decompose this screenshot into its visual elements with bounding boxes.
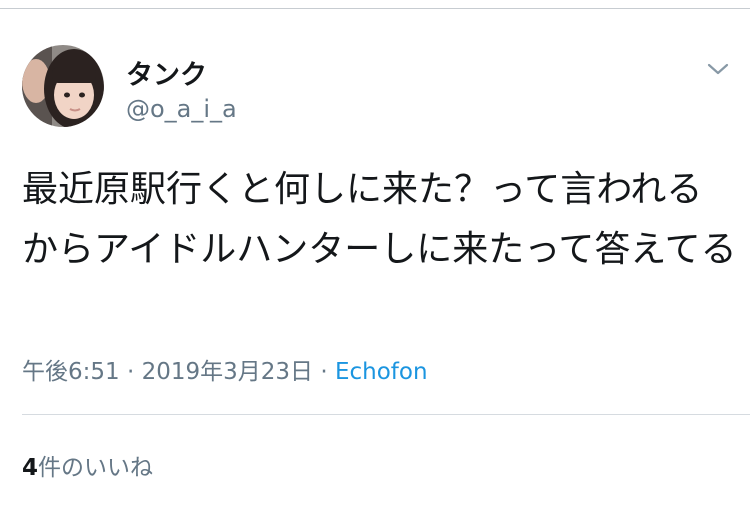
- likes-count: 4: [22, 455, 39, 481]
- top-divider: [0, 8, 750, 9]
- likes-link[interactable]: 4件のいいね: [22, 448, 153, 482]
- tweet-header: タンク @o_a_i_a: [22, 45, 732, 135]
- divider: [22, 414, 750, 415]
- tweet-time: 午後6:51: [22, 359, 120, 385]
- likes-label: 件のいいね: [38, 455, 154, 481]
- chevron-down-icon[interactable]: [704, 55, 732, 83]
- tweet-source-link[interactable]: Echofon: [335, 359, 428, 385]
- avatar[interactable]: [22, 45, 104, 127]
- tweet-date: 2019年3月23日: [141, 359, 314, 385]
- author-name[interactable]: タンク: [126, 53, 207, 92]
- meta-separator: ·: [320, 359, 328, 385]
- tweet-text: 最近原駅行くと何しに来た？って言われるからアイドルハンターしに来たって答えてる: [22, 169, 737, 270]
- tweet-meta: 午後6:51 · 2019年3月23日 · Echofon: [22, 352, 428, 386]
- author-handle[interactable]: @o_a_i_a: [126, 95, 237, 123]
- avatar-photo: [22, 45, 104, 127]
- meta-separator: ·: [126, 359, 135, 385]
